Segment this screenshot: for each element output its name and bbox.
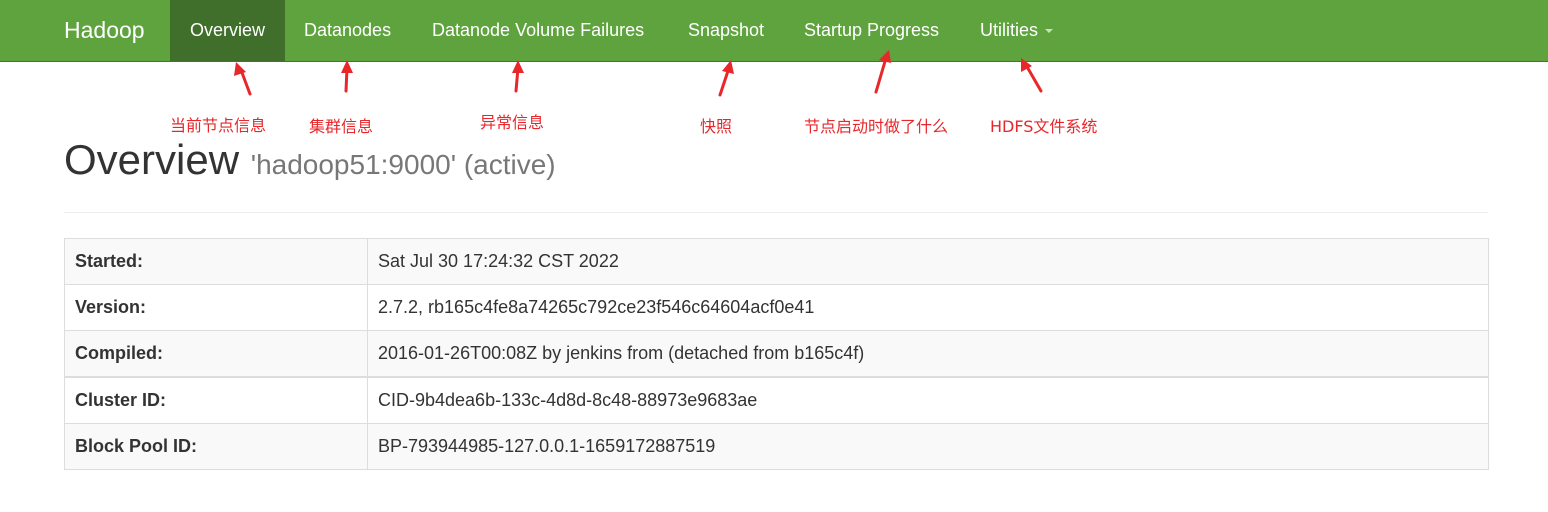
table-key: Block Pool ID: bbox=[64, 423, 368, 470]
table-row: Cluster ID: CID-9b4dea6b-133c-4d8d-8c48-… bbox=[64, 376, 1489, 424]
arrowhead-icon bbox=[341, 60, 353, 73]
annotation-snapshot: 快照 bbox=[700, 117, 733, 136]
table-row: Started: Sat Jul 30 17:24:32 CST 2022 bbox=[64, 238, 1489, 285]
arrow-icon bbox=[874, 56, 888, 94]
annotation-failures: 异常信息 bbox=[480, 113, 545, 132]
table-value: 2.7.2, rb165c4fe8a74265c792ce23f546c6460… bbox=[367, 284, 1489, 331]
table-value: BP-793944985-127.0.0.1-1659172887519 bbox=[367, 423, 1489, 470]
page-subtitle: 'hadoop51:9000' (active) bbox=[250, 149, 556, 180]
arrow-icon bbox=[239, 68, 252, 96]
divider bbox=[64, 212, 1488, 213]
annotation-current-node: 当前节点信息 bbox=[170, 116, 267, 135]
table-key: Cluster ID: bbox=[64, 376, 368, 424]
table-value: CID-9b4dea6b-133c-4d8d-8c48-88973e9683ae bbox=[367, 376, 1489, 424]
arrowhead-icon bbox=[234, 62, 246, 76]
arrowhead-icon bbox=[879, 50, 891, 63]
annotation-startup: 节点启动时做了什么 bbox=[804, 117, 949, 136]
overview-info-table: Started: Sat Jul 30 17:24:32 CST 2022 Ve… bbox=[64, 238, 1489, 470]
table-key: Started: bbox=[64, 238, 368, 285]
page-title-text: Overview bbox=[64, 136, 240, 183]
page-title: Overview 'hadoop51:9000' (active) bbox=[64, 136, 556, 184]
arrowhead-icon bbox=[722, 60, 734, 74]
table-row: Block Pool ID: BP-793944985-127.0.0.1-16… bbox=[64, 423, 1489, 470]
table-row: Compiled: 2016-01-26T00:08Z by jenkins f… bbox=[64, 330, 1489, 378]
arrowhead-icon bbox=[512, 60, 524, 73]
annotation-hdfs: HDFS文件系统 bbox=[990, 117, 1098, 136]
arrow-icon bbox=[1024, 63, 1043, 93]
table-value: 2016-01-26T00:08Z by jenkins from (detac… bbox=[367, 330, 1489, 378]
table-key: Compiled: bbox=[64, 330, 368, 378]
table-row: Version: 2.7.2, rb165c4fe8a74265c792ce23… bbox=[64, 284, 1489, 331]
annotation-cluster: 集群信息 bbox=[309, 117, 374, 136]
table-key: Version: bbox=[64, 284, 368, 331]
table-value: Sat Jul 30 17:24:32 CST 2022 bbox=[367, 238, 1489, 285]
